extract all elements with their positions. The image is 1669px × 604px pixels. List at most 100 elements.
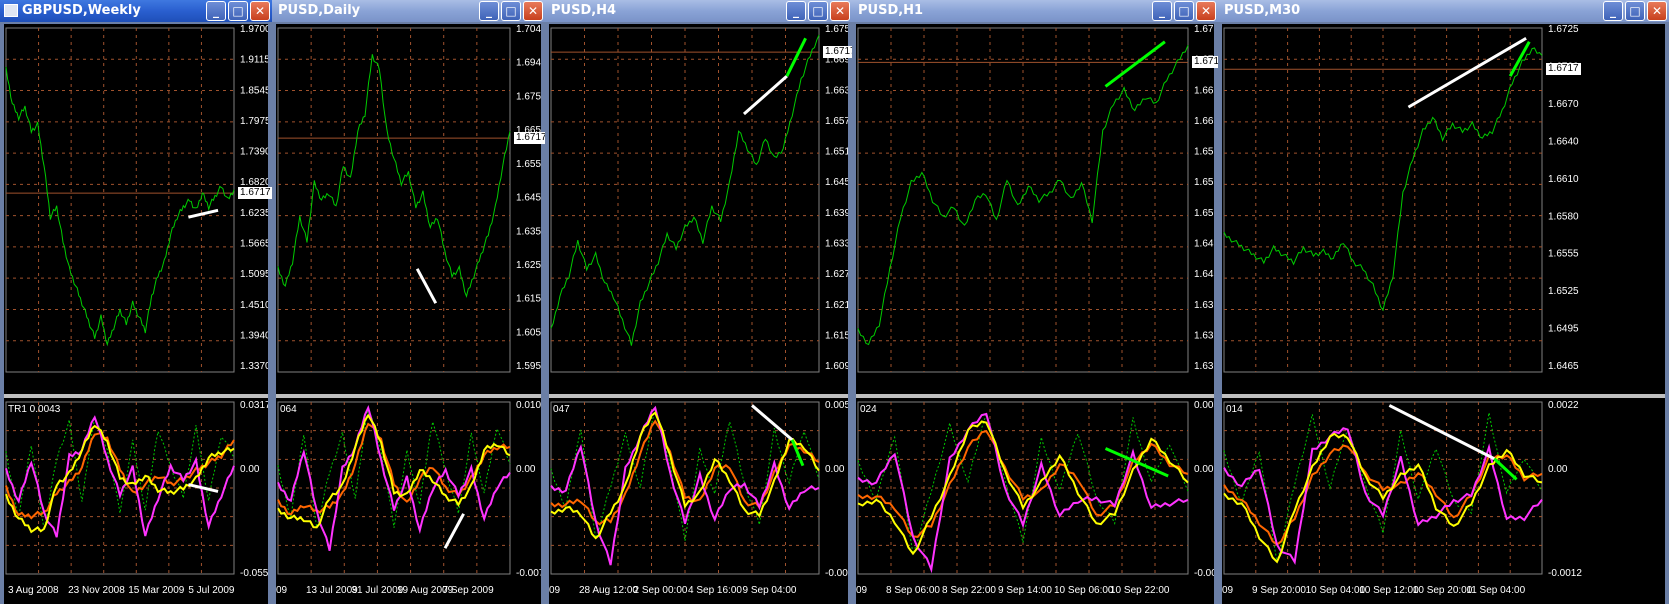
price-axis-label: 1.6395 [825, 208, 848, 219]
indicator-pane[interactable]: 014 0.0022 0.00 -0.0012 [1222, 398, 1665, 580]
current-price-box: 1.6717 [238, 187, 272, 200]
price-axis-label: 1.6550 [516, 159, 541, 170]
white-trendline[interactable] [415, 268, 438, 304]
indicator-axis-label: -0.0558 [240, 568, 268, 579]
price-chart-pane[interactable]: 1.67551.67151.66751.66351.65951.65551.65… [856, 24, 1218, 394]
price-axis-label: 1.6455 [825, 177, 848, 188]
time-axis-label: 09 [549, 585, 561, 596]
time-axis-label: 23 Nov 2008 [68, 585, 125, 596]
chart-window-4[interactable]: PUSD,H1_□✕1.67551.67151.66751.66351.6595… [852, 0, 1218, 604]
indicator-pane[interactable]: 024 0.0038 0.00 -0.0012 [856, 398, 1218, 580]
time-axis: 09 9 Sep 20:00 10 Sep 04:00 10 Sep 12:00 10 … [1222, 580, 1665, 604]
close-button[interactable]: ✕ [523, 1, 543, 21]
price-chart-pane[interactable]: 1.70451.69451.67501.66501.65501.64501.63… [276, 24, 545, 394]
minimize-button[interactable]: _ [1603, 1, 1623, 21]
price-chart-pane[interactable]: 1.67251.67001.66701.66401.66101.65801.65… [1222, 24, 1665, 394]
price-axis-label: 1.6635 [825, 85, 848, 96]
indicator-pane[interactable]: TR1 0.0043 0.0317 0.00 -0.0558 [4, 398, 272, 580]
minimize-button[interactable]: _ [206, 1, 226, 21]
price-plot-area [5, 27, 235, 373]
chart-window-3[interactable]: PUSD,H4 _□✕ 1.67551.66951.66351.65751.6515… [545, 0, 852, 604]
close-button[interactable]: ✕ [1647, 1, 1667, 21]
indicator-axis-label: 0.0102 [516, 400, 541, 411]
current-price-box: 1.6717 [1192, 56, 1218, 69]
white-trendline[interactable] [188, 208, 219, 219]
price-chart-svg: 1.70451.69451.67501.66501.65501.64501.63… [277, 24, 545, 373]
price-chart-svg: 1.67551.67151.66751.66351.65951.65551.65… [857, 24, 1218, 373]
chart-window-icon [4, 4, 18, 17]
maximize-button[interactable]: □ [1174, 1, 1194, 21]
window-titlebar[interactable]: PUSD,M30 _ □ ✕ [1218, 0, 1669, 22]
time-axis-label: 28 Aug 12:00 [579, 585, 638, 596]
price-chart-pane[interactable]: 1.67551.66951.66351.65751.65151.64551.63… [549, 24, 852, 394]
close-button[interactable]: ✕ [830, 1, 850, 21]
time-axis-label: 31 Jul 2009 [351, 585, 404, 596]
indicator-plot-area [550, 401, 820, 575]
window-title: GBPUSD,Weekly [22, 3, 141, 18]
close-button[interactable]: ✕ [250, 1, 270, 21]
green-trendline[interactable] [785, 37, 807, 77]
indicator-axis-label: 0.0022 [1548, 400, 1579, 411]
time-axis-label: 7 Sep 2009 [442, 585, 494, 596]
indicator-name-label: 014 [1226, 404, 1243, 415]
time-axis-label: 13 Jul 2009 [306, 585, 358, 596]
indicator-axis-label: -0.0052 [825, 568, 848, 579]
price-axis-label: 1.6640 [1548, 136, 1579, 147]
indicator-pane[interactable]: 047 0.0052 0.00 -0.0052 [549, 398, 852, 580]
white-trendline[interactable] [443, 513, 465, 549]
price-chart-svg: 1.67251.67001.66701.66401.66101.65801.65… [1223, 24, 1579, 373]
window-titlebar[interactable]: PUSD,H1 _ □ ✕ [852, 0, 1218, 22]
price-plot-area [1223, 27, 1543, 373]
window-titlebar[interactable]: GBPUSD,Weekly _ □ ✕ [0, 0, 272, 22]
chart-window-5[interactable]: PUSD,M30_□✕1.67251.67001.66701.66401.661… [1218, 0, 1669, 604]
chart-window-2[interactable]: PUSD,Daily _□✕ 1.70451.69451.67501.66501.6… [272, 0, 545, 604]
time-axis-label: 3 Aug 2008 [8, 585, 59, 596]
price-axis-label: 1.4510 [240, 300, 268, 311]
time-axis-label: 8 Sep 06:00 [886, 585, 940, 596]
price-plot-area [857, 27, 1189, 373]
price-axis-label: 1.9700 [240, 24, 268, 35]
time-axis-label: 10 Sep 06:00 [1054, 585, 1114, 596]
price-axis-label: 1.6255 [516, 260, 541, 271]
price-axis-label: 1.6555 [1548, 249, 1579, 260]
maximize-button[interactable]: □ [228, 1, 248, 21]
minimize-button[interactable]: _ [479, 1, 499, 21]
indicator-axis-label: 0.00 [1194, 464, 1214, 475]
green-trendline[interactable] [1104, 40, 1166, 88]
indicator-name-label: TR1 0.0043 [8, 404, 61, 415]
window-titlebar[interactable]: PUSD,H4 _ □ ✕ [545, 0, 852, 22]
price-axis-label: 1.6525 [1548, 286, 1579, 297]
price-axis-label: 1.7975 [240, 116, 268, 127]
price-axis-label: 1.6275 [825, 269, 848, 280]
maximize-button[interactable]: □ [501, 1, 521, 21]
white-trendline[interactable] [742, 75, 788, 116]
white-trendline[interactable] [751, 404, 794, 441]
maximize-button[interactable]: □ [1625, 1, 1645, 21]
price-chart-svg: 1.67551.66951.66351.65751.65151.64551.63… [550, 24, 852, 373]
price-axis-label: 1.6610 [1548, 174, 1579, 185]
chart-window-1[interactable]: GBPUSD,Weekly _ □ ✕ 1.9700 1.9115 1.8545 1.7975… [0, 0, 272, 604]
window-title: PUSD,H4 [551, 3, 617, 18]
price-chart-pane[interactable]: 1.9700 1.9115 1.8545 1.7975 1.7390 1.6820 1.62… [4, 24, 272, 394]
maximize-button[interactable]: □ [808, 1, 828, 21]
window-titlebar[interactable]: PUSD,Daily _ □ ✕ [272, 0, 545, 22]
white-trendline[interactable] [188, 483, 219, 493]
close-button[interactable]: ✕ [1196, 1, 1216, 21]
indicator-name-label: 024 [860, 404, 877, 415]
minimize-button[interactable]: _ [786, 1, 806, 21]
indicator-svg: 047 0.0052 0.00 -0.0052 [550, 400, 852, 579]
window-title: PUSD,Daily [278, 3, 361, 18]
price-axis-label: 1.6095 [825, 361, 848, 372]
price-axis-label: 1.8545 [240, 85, 268, 96]
time-axis-label: 11 Sep 04:00 [1466, 585, 1526, 596]
indicator-green-dashed-line [857, 412, 1189, 556]
price-axis-label: 1.6475 [1194, 239, 1214, 250]
indicator-svg: 014 0.0022 0.00 -0.0012 [1223, 400, 1582, 579]
time-axis: 3 Aug 2008 23 Nov 2008 15 Mar 2009 5 Jul 20… [4, 580, 268, 604]
minimize-button[interactable]: _ [1152, 1, 1172, 21]
indicator-pane[interactable]: 064 0.0102 0.00 -0.0073 [276, 398, 545, 580]
indicator-axis-label: -0.0012 [1548, 568, 1582, 579]
price-axis-label: 1.6395 [1194, 300, 1214, 311]
white-trendline[interactable] [1407, 37, 1527, 109]
time-axis-label: 10 Sep 22:00 [1110, 585, 1170, 596]
